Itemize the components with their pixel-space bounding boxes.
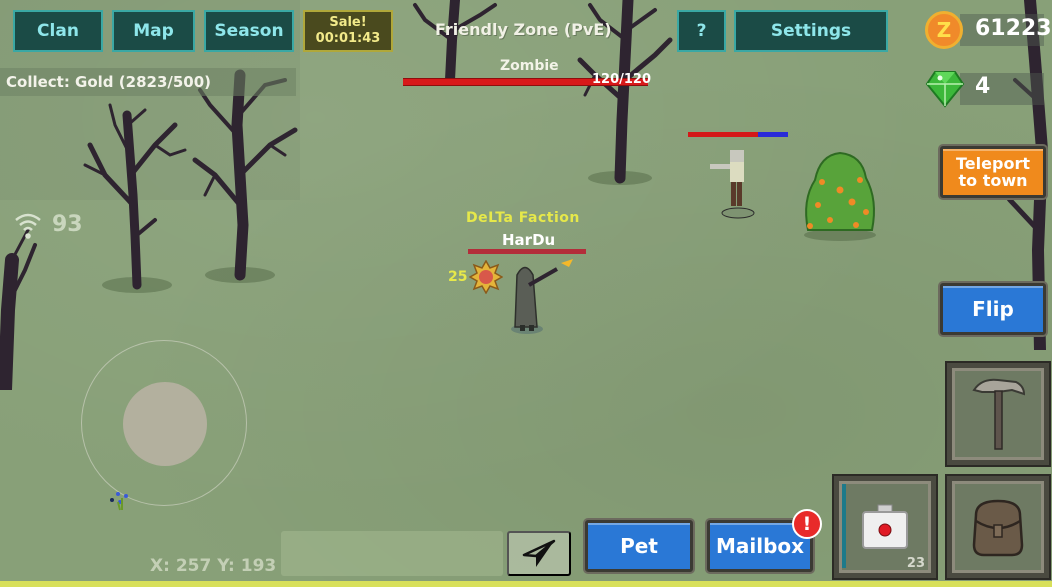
player-faction: DeLTa Faction [466,210,580,226]
berry-bush[interactable] [800,150,880,242]
quest-text: Collect: Gold (2823/500) [6,73,212,91]
bottom-edge-strip [0,581,1052,587]
wifi-icon [15,213,41,239]
mailbox-alert-badge: ! [792,509,822,539]
player-level: 25 [448,269,468,285]
teleport-to-town-button[interactable]: Teleport to town [940,146,1046,198]
player-character[interactable] [505,255,580,335]
player-hp-bar [468,249,586,254]
sale-timer: 00:01:43 [315,31,381,46]
help-button[interactable]: ? [677,10,726,52]
dead-tree [83,103,187,293]
coin-symbol: Z [936,18,952,42]
zombie-enemy[interactable] [710,148,760,223]
settings-button[interactable]: Settings [734,10,888,52]
medkit-icon [862,504,908,549]
flower-patch [110,492,128,511]
enemy-hp-bar [688,132,788,137]
chat-input[interactable] [281,531,503,576]
coin-balance: 61223 [975,16,1052,41]
consumable-slot[interactable]: 23 [834,476,936,578]
consumable-count: 23 [906,556,925,571]
map-button[interactable]: Map [112,10,195,52]
flip-button[interactable]: Flip [940,283,1046,335]
rank-badge-icon [469,260,503,294]
sale-button[interactable]: Sale! 00:01:43 [303,10,393,52]
tool-slot[interactable] [947,363,1049,465]
player-name: HarDu [502,231,556,249]
target-hp-text: 120/120 [592,72,652,87]
inventory-slot[interactable] [947,476,1049,578]
coordinates-readout: X: 257 Y: 193 [150,556,277,576]
gem-balance: 4 [975,74,991,99]
ping-value: 93 [52,212,83,237]
green-gem-icon [925,71,965,108]
paper-plane-icon [522,539,556,567]
pickaxe-icon [972,378,1026,450]
zone-label: Friendly Zone (PvE) [435,20,612,39]
quest-tracker[interactable]: Collect: Gold (2823/500) [0,68,296,96]
cooldown-bar [842,484,846,568]
backpack-icon [972,499,1024,557]
gem-panel [960,73,1044,105]
sale-label: Sale! [329,15,367,30]
pet-button[interactable]: Pet [585,520,693,572]
z-coin-icon: Z [925,11,963,49]
joystick-knob[interactable] [123,382,207,466]
send-chat-button[interactable] [507,531,571,576]
clan-button[interactable]: Clan [13,10,103,52]
dead-tree [413,0,497,80]
teleport-label: Teleport to town [956,154,1030,190]
season-button[interactable]: Season [204,10,294,52]
target-name: Zombie [500,58,559,74]
